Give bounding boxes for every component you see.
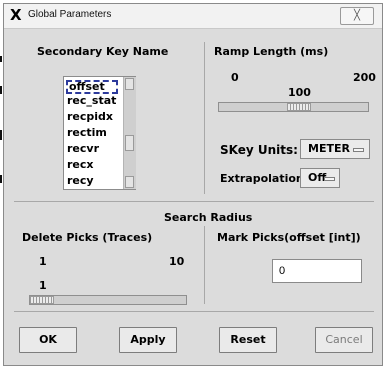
apply-button[interactable]: Apply xyxy=(119,327,177,353)
ramp-length-min: 0 xyxy=(231,71,239,84)
dropdown-indicator-icon xyxy=(324,177,335,181)
list-vertical-scrollbar[interactable] xyxy=(123,77,136,189)
scroll-down-arrow-icon[interactable] xyxy=(125,176,134,188)
delete-picks-value: 1 xyxy=(39,279,47,292)
window-title: Global Parameters xyxy=(28,9,112,20)
dropdown-indicator-icon xyxy=(353,148,364,152)
delete-picks-min: 1 xyxy=(39,255,47,268)
search-radius-label: Search Radius xyxy=(164,211,253,224)
skey-units-value: METER xyxy=(308,142,350,155)
title-bar: X Global Parameters ╳ xyxy=(4,4,382,29)
left-edge-mark xyxy=(0,86,2,94)
extrapolation-label: Extrapolation xyxy=(220,172,304,185)
left-edge-mark xyxy=(0,56,2,62)
list-item[interactable]: recx xyxy=(67,158,94,172)
ramp-length-value: 100 xyxy=(288,86,311,99)
delete-picks-max: 10 xyxy=(169,255,185,268)
left-edge-mark xyxy=(0,175,2,183)
ok-button[interactable]: OK xyxy=(19,327,77,353)
ramp-length-label: Ramp Length (ms) xyxy=(214,45,329,58)
mark-picks-input[interactable]: 0 xyxy=(272,259,362,283)
delete-picks-slider[interactable] xyxy=(29,295,187,305)
secondary-key-label: Secondary Key Name xyxy=(37,45,169,58)
list-item-offset[interactable]: offset xyxy=(66,80,118,94)
delete-picks-slider-thumb[interactable] xyxy=(30,296,54,304)
cancel-button[interactable]: Cancel xyxy=(315,327,373,353)
ramp-length-max: 200 xyxy=(353,71,376,84)
close-icon: ╳ xyxy=(353,10,361,21)
list-item[interactable]: recy xyxy=(67,174,94,188)
horizontal-divider-bottom xyxy=(14,311,374,312)
ramp-length-slider[interactable] xyxy=(218,102,369,112)
list-item[interactable]: recvr xyxy=(67,142,99,156)
vertical-divider-bottom xyxy=(204,226,205,304)
mark-picks-label: Mark Picks(offset [int]) xyxy=(217,231,361,244)
scroll-up-arrow-icon[interactable] xyxy=(125,78,134,90)
list-item[interactable]: rectim xyxy=(67,126,107,140)
delete-picks-label: Delete Picks (Traces) xyxy=(22,231,153,244)
reset-button[interactable]: Reset xyxy=(219,327,277,353)
scrollbar-thumb[interactable] xyxy=(125,135,134,151)
horizontal-divider-middle xyxy=(14,201,374,202)
ramp-length-slider-thumb[interactable] xyxy=(287,103,311,111)
vertical-divider-top xyxy=(204,42,205,194)
global-parameters-dialog: X Global Parameters ╳ Secondary Key Name… xyxy=(3,3,383,366)
close-button[interactable]: ╳ xyxy=(340,7,374,25)
list-item[interactable]: rec_stat xyxy=(67,94,116,108)
list-item[interactable]: recpidx xyxy=(67,110,113,124)
left-edge-mark xyxy=(0,130,2,140)
app-icon: X xyxy=(10,6,22,24)
skey-units-label: SKey Units: xyxy=(220,143,298,157)
